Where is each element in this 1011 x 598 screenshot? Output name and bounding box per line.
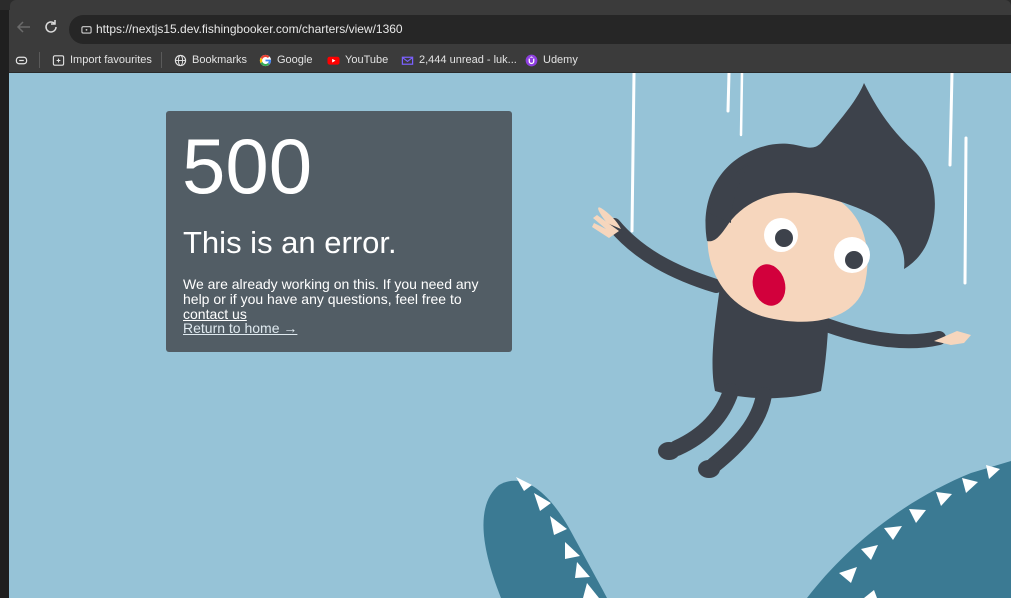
bookmark-label: Bookmarks xyxy=(192,54,248,66)
bookmarks-separator xyxy=(161,52,162,68)
bookmark-import-favourites[interactable]: Import favourites xyxy=(52,51,152,69)
address-bar[interactable]: https://nextjs15.dev.fishingbooker.com/c… xyxy=(69,15,1011,44)
error-message: We are already working on this. If you n… xyxy=(183,277,503,322)
bookmark-label: YouTube xyxy=(345,54,389,66)
mail-icon xyxy=(401,56,414,65)
falling-character xyxy=(592,83,971,478)
collections-button[interactable] xyxy=(15,51,33,69)
bookmark-label: 2,444 unread - luk... xyxy=(419,54,517,66)
url-text: https://nextjs15.dev.fishingbooker.com/c… xyxy=(96,22,403,36)
site-info-icon[interactable] xyxy=(81,23,92,34)
error-card: 500 This is an error. We are already wor… xyxy=(166,111,512,352)
import-icon xyxy=(52,54,65,66)
reload-button[interactable] xyxy=(40,19,62,41)
bookmark-mail[interactable]: 2,444 unread - luk... xyxy=(401,51,517,69)
page-content: 500 This is an error. We are already wor… xyxy=(9,73,1011,598)
bookmark-google[interactable]: Google xyxy=(259,51,312,69)
bookmark-bookmarks[interactable]: Bookmarks xyxy=(174,51,247,69)
error-message-text: We are already working on this. If you n… xyxy=(183,276,479,307)
bookmark-label: Google xyxy=(277,54,313,66)
back-button[interactable] xyxy=(13,19,35,41)
tab-strip xyxy=(0,0,1011,10)
bookmark-label: Udemy xyxy=(543,54,578,66)
udemy-icon xyxy=(525,54,538,66)
active-tab[interactable] xyxy=(10,0,1011,10)
collections-icon xyxy=(15,56,28,64)
arrow-left-icon xyxy=(16,21,30,33)
reload-icon xyxy=(45,20,57,33)
bookmarks-separator xyxy=(39,52,40,68)
globe-icon xyxy=(174,54,187,66)
bookmark-udemy[interactable]: Udemy xyxy=(525,51,578,69)
bookmarks-bar: Import favourites Bookmarks Google YouTu… xyxy=(9,48,1011,73)
browser-toolbar: https://nextjs15.dev.fishingbooker.com/c… xyxy=(9,10,1011,48)
error-code: 500 xyxy=(182,122,313,210)
youtube-icon xyxy=(327,56,340,65)
google-icon xyxy=(259,54,272,66)
return-home-link[interactable]: Return to home → xyxy=(183,320,297,336)
error-title: This is an error. xyxy=(183,225,397,260)
bookmark-youtube[interactable]: YouTube xyxy=(327,51,388,69)
shark-jaws xyxy=(483,461,1011,598)
bookmark-label: Import favourites xyxy=(70,54,152,66)
